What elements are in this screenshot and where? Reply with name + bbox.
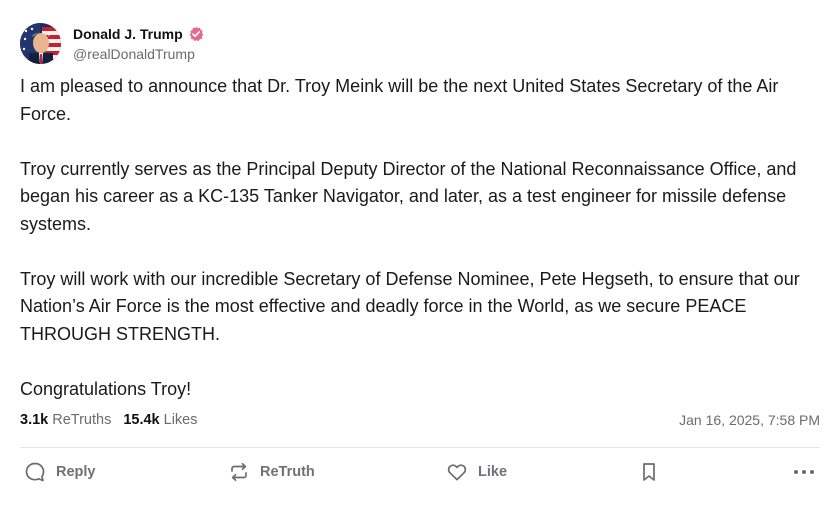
- reply-label: Reply: [56, 464, 96, 480]
- post-paragraph: Troy will work with our incredible Secre…: [20, 268, 800, 344]
- likes-label: Likes: [163, 412, 198, 428]
- handle[interactable]: @realDonaldTrump: [73, 46, 204, 62]
- verified-badge-icon: [188, 26, 204, 42]
- retruth-button[interactable]: ReTruth: [228, 455, 315, 489]
- like-button[interactable]: Like: [446, 455, 507, 489]
- post-paragraph: Congratulations Troy!: [20, 378, 192, 399]
- retruths-count: 3.1k: [20, 412, 49, 428]
- author-block: Donald J. Trump @realDonaldTrump: [73, 23, 204, 62]
- more-dots-icon: [792, 461, 816, 483]
- display-name[interactable]: Donald J. Trump: [73, 26, 183, 42]
- post-header: Donald J. Trump @realDonaldTrump: [20, 20, 820, 64]
- speech-bubble-icon: [24, 461, 46, 483]
- divider: [20, 447, 820, 448]
- retruth-label: ReTruth: [260, 464, 315, 480]
- name-row: Donald J. Trump: [73, 23, 204, 45]
- heart-icon: [446, 461, 468, 483]
- likes-count: 15.4k: [123, 412, 160, 428]
- post-timestamp[interactable]: Jan 16, 2025, 7:58 PM: [679, 412, 820, 428]
- post-body: I am pleased to announce that Dr. Troy M…: [20, 73, 820, 403]
- action-bar: Reply ReTruth Like: [20, 455, 820, 489]
- retruths-stat[interactable]: 3.1k ReTruths: [20, 412, 111, 428]
- retruths-label: ReTruths: [52, 412, 112, 428]
- repost-arrows-icon: [228, 461, 250, 483]
- reply-button[interactable]: Reply: [24, 455, 96, 489]
- likes-stat[interactable]: 15.4k Likes: [123, 412, 197, 428]
- post-stats: 3.1k ReTruths 15.4k Likes Jan 16, 2025, …: [20, 408, 820, 432]
- post-paragraph: I am pleased to announce that Dr. Troy M…: [20, 76, 779, 124]
- post: Donald J. Trump @realDonaldTrump I am pl…: [20, 20, 820, 403]
- bookmark-icon: [638, 461, 660, 483]
- more-options-button[interactable]: [792, 455, 816, 489]
- bookmark-button[interactable]: [638, 455, 660, 489]
- avatar[interactable]: [20, 22, 61, 64]
- post-paragraph: Troy currently serves as the Principal D…: [20, 158, 797, 234]
- like-label: Like: [478, 464, 508, 480]
